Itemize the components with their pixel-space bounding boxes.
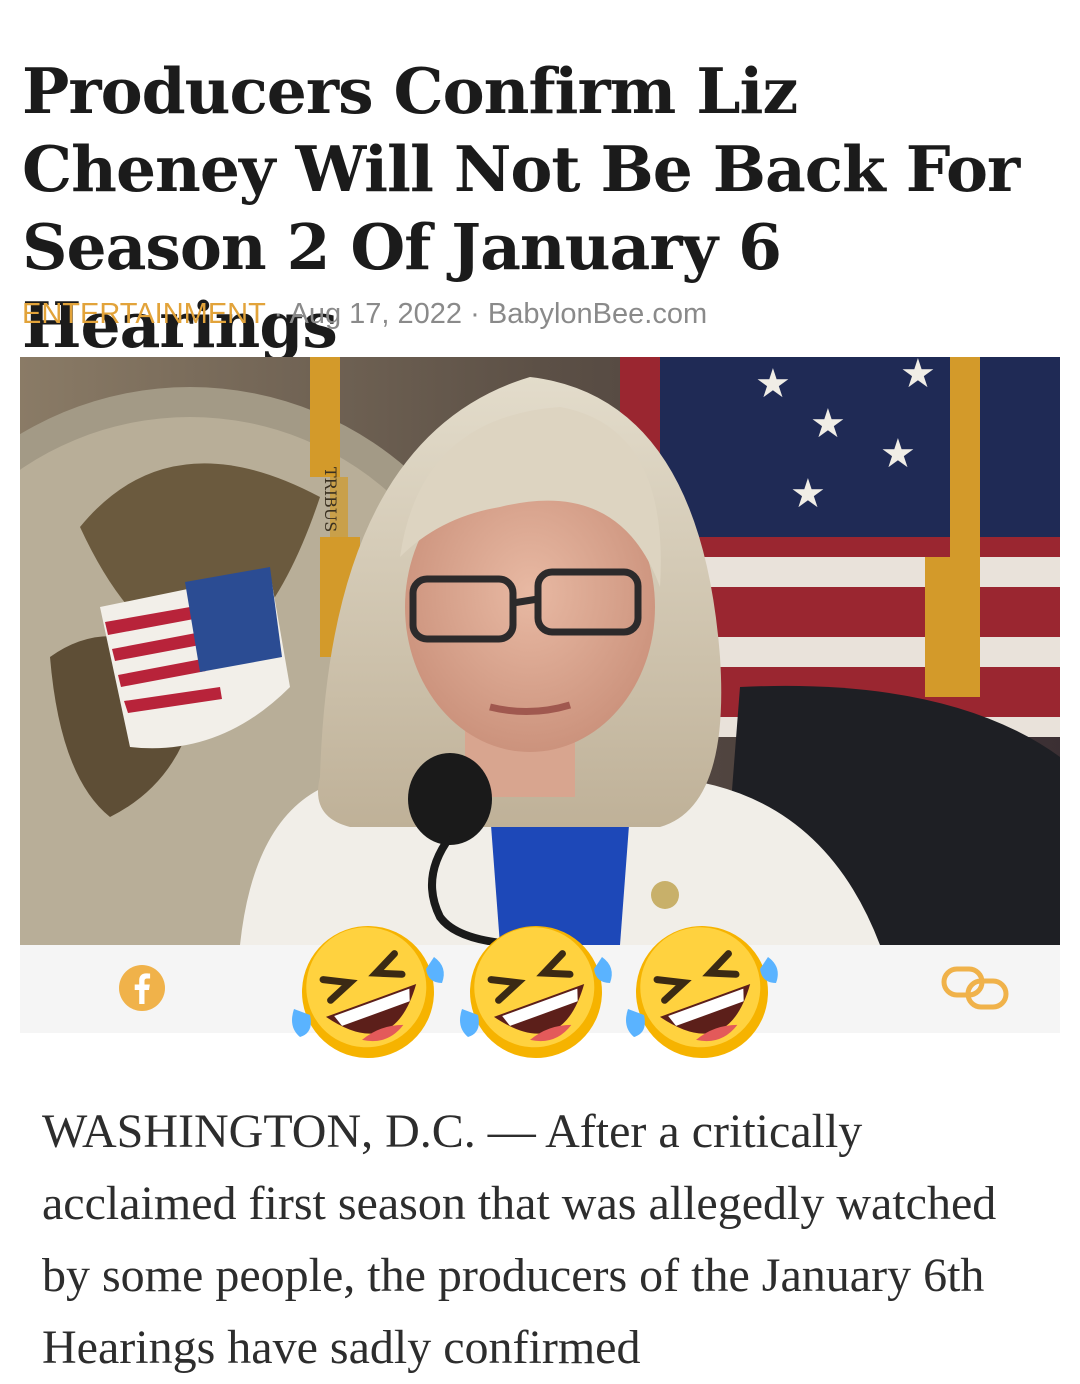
laughing-emoji — [626, 926, 778, 1058]
article-body: WASHINGTON, D.C. — After a critically ac… — [42, 1105, 997, 1374]
facebook-icon[interactable] — [118, 964, 166, 1012]
svg-text:★: ★ — [755, 361, 791, 407]
laughing-emoji — [292, 926, 444, 1058]
article-date: Aug 17, 2022 — [289, 298, 463, 330]
category-link[interactable]: ENTERTAINMENT — [22, 298, 265, 330]
link-icon[interactable] — [940, 963, 1010, 1013]
article-meta: ENTERTAINMENT · Aug 17, 2022 · BabylonBe… — [22, 298, 707, 331]
svg-text:★: ★ — [900, 357, 936, 397]
article-source: BabylonBee.com — [487, 298, 708, 330]
article-photo: TRIBUS ★ ★ ★ ★ ★ — [20, 357, 1060, 945]
svg-text:★: ★ — [880, 431, 916, 477]
meta-separator: · — [273, 298, 284, 330]
meta-separator: · — [470, 298, 480, 330]
svg-text:★: ★ — [790, 471, 826, 517]
laughing-emoji — [460, 926, 612, 1058]
svg-text:★: ★ — [810, 401, 846, 447]
seal-inscription: TRIBUS — [321, 467, 340, 532]
